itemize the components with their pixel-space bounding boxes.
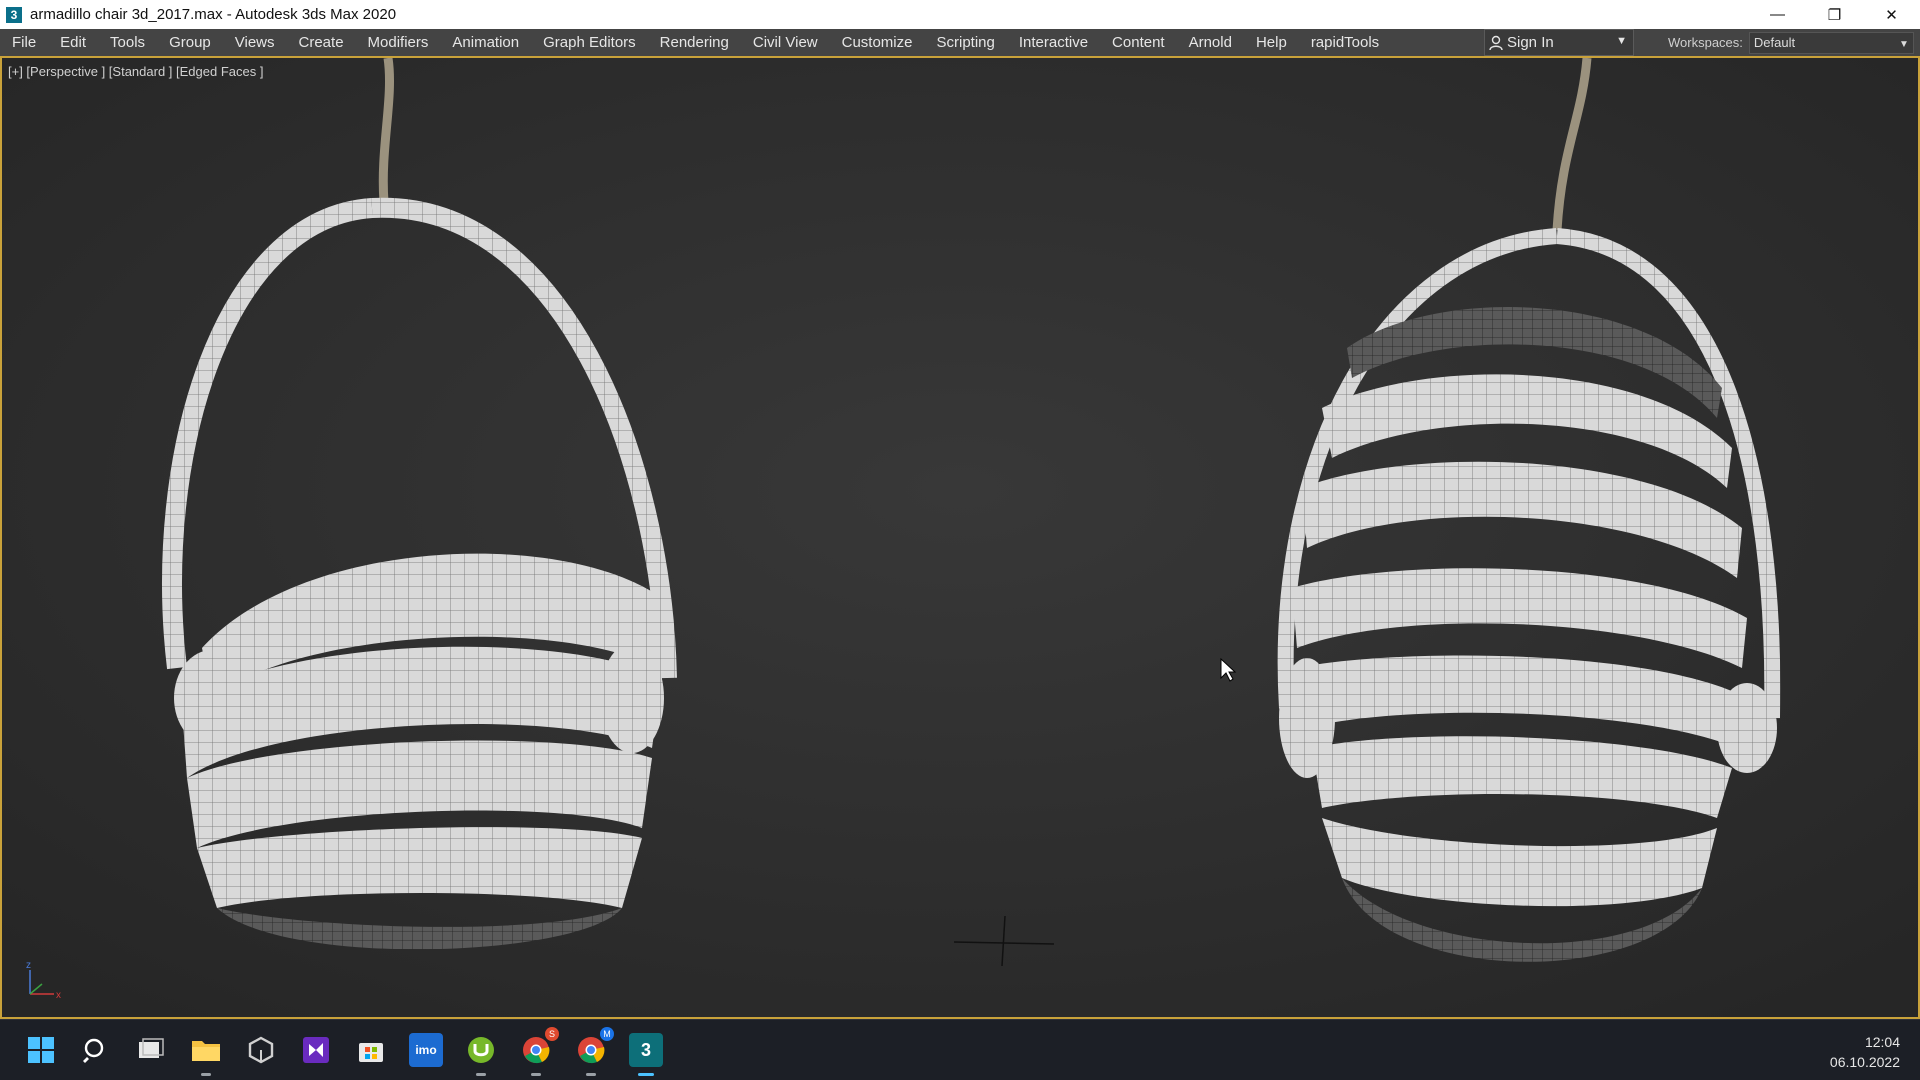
menu-content[interactable]: Content: [1100, 29, 1177, 56]
taskbar: imo S M 3 12:04 06.10.2022: [0, 1019, 1920, 1080]
clock-date: 06.10.2022: [1829, 1054, 1900, 1070]
scene-render: z x: [2, 58, 1918, 1017]
title-bar: 3 armadillo chair 3d_2017.max - Autodesk…: [0, 0, 1920, 29]
perspective-viewport[interactable]: z x [+] [Perspective ] [Standard ] [Edge…: [0, 56, 1920, 1019]
running-indicator: [586, 1073, 596, 1076]
visual-studio-icon[interactable]: [299, 1033, 333, 1067]
menu-create[interactable]: Create: [287, 29, 356, 56]
profile-badge: M: [600, 1027, 614, 1041]
running-indicator: [531, 1073, 541, 1076]
menu-arnold[interactable]: Arnold: [1177, 29, 1244, 56]
chrome-profile-icon[interactable]: M: [574, 1027, 614, 1076]
search-icon[interactable]: [79, 1033, 113, 1067]
chevron-down-icon: ▼: [1616, 35, 1627, 47]
3dsmax-glyph: 3: [640, 1039, 651, 1060]
file-explorer-icon[interactable]: [189, 1033, 223, 1076]
imo-icon[interactable]: imo: [409, 1033, 443, 1067]
running-indicator: [476, 1073, 486, 1076]
sign-in-dropdown[interactable]: Sign In ▼: [1484, 29, 1634, 56]
menu-tools[interactable]: Tools: [98, 29, 157, 56]
clock-time: 12:04: [1864, 1034, 1900, 1050]
3dsmax-app-icon[interactable]: 3: [6, 6, 22, 23]
workspaces-select[interactable]: Default ▼: [1748, 31, 1914, 54]
utorrent-icon[interactable]: [464, 1033, 498, 1076]
unity-icon[interactable]: [244, 1033, 278, 1067]
task-view-icon[interactable]: [134, 1033, 168, 1067]
axis-z-label: z: [26, 960, 31, 971]
viewport-label[interactable]: [+] [Perspective ] [Standard ] [Edged Fa…: [8, 64, 263, 79]
menu-animation[interactable]: Animation: [440, 29, 531, 56]
menu-civil-view[interactable]: Civil View: [741, 29, 830, 56]
menu-scripting[interactable]: Scripting: [924, 29, 1006, 56]
workspaces-label: Workspaces:: [1668, 35, 1743, 50]
restore-button[interactable]: ❐: [1806, 0, 1863, 29]
chevron-down-icon: ▼: [1899, 38, 1909, 50]
active-indicator: [638, 1073, 654, 1076]
menu-group[interactable]: Group: [157, 29, 223, 56]
minimize-button[interactable]: —: [1749, 0, 1806, 29]
system-clock[interactable]: 12:04 06.10.2022: [1830, 1032, 1900, 1072]
imo-label: imo: [415, 1043, 437, 1057]
menu-customize[interactable]: Customize: [830, 29, 925, 56]
running-indicator: [201, 1073, 211, 1076]
menu-rapidtools[interactable]: rapidTools: [1299, 29, 1391, 56]
menu-modifiers[interactable]: Modifiers: [356, 29, 441, 56]
menu-edit[interactable]: Edit: [48, 29, 98, 56]
workspaces-value: Default: [1753, 34, 1796, 50]
menu-help[interactable]: Help: [1244, 29, 1299, 56]
menu-interactive[interactable]: Interactive: [1007, 29, 1100, 56]
chrome-icon[interactable]: S: [519, 1027, 559, 1076]
menu-file[interactable]: File: [0, 29, 48, 56]
windows-start-icon[interactable]: [24, 1033, 58, 1067]
user-icon: [1485, 35, 1507, 51]
window-controls: — ❐ ✕: [1749, 0, 1920, 29]
menu-rendering[interactable]: Rendering: [648, 29, 741, 56]
sign-in-label: Sign In: [1507, 34, 1554, 51]
menu-views[interactable]: Views: [223, 29, 287, 56]
profile-badge: S: [545, 1027, 559, 1041]
menu-graph-editors[interactable]: Graph Editors: [531, 29, 648, 56]
3dsmax-icon[interactable]: 3: [629, 1033, 663, 1076]
window-title: armadillo chair 3d_2017.max - Autodesk 3…: [30, 6, 397, 23]
axis-x-label: x: [56, 990, 61, 1001]
microsoft-store-icon[interactable]: [354, 1033, 388, 1067]
close-button[interactable]: ✕: [1863, 0, 1920, 29]
workspaces-control: Workspaces: Default ▼: [1668, 29, 1914, 56]
